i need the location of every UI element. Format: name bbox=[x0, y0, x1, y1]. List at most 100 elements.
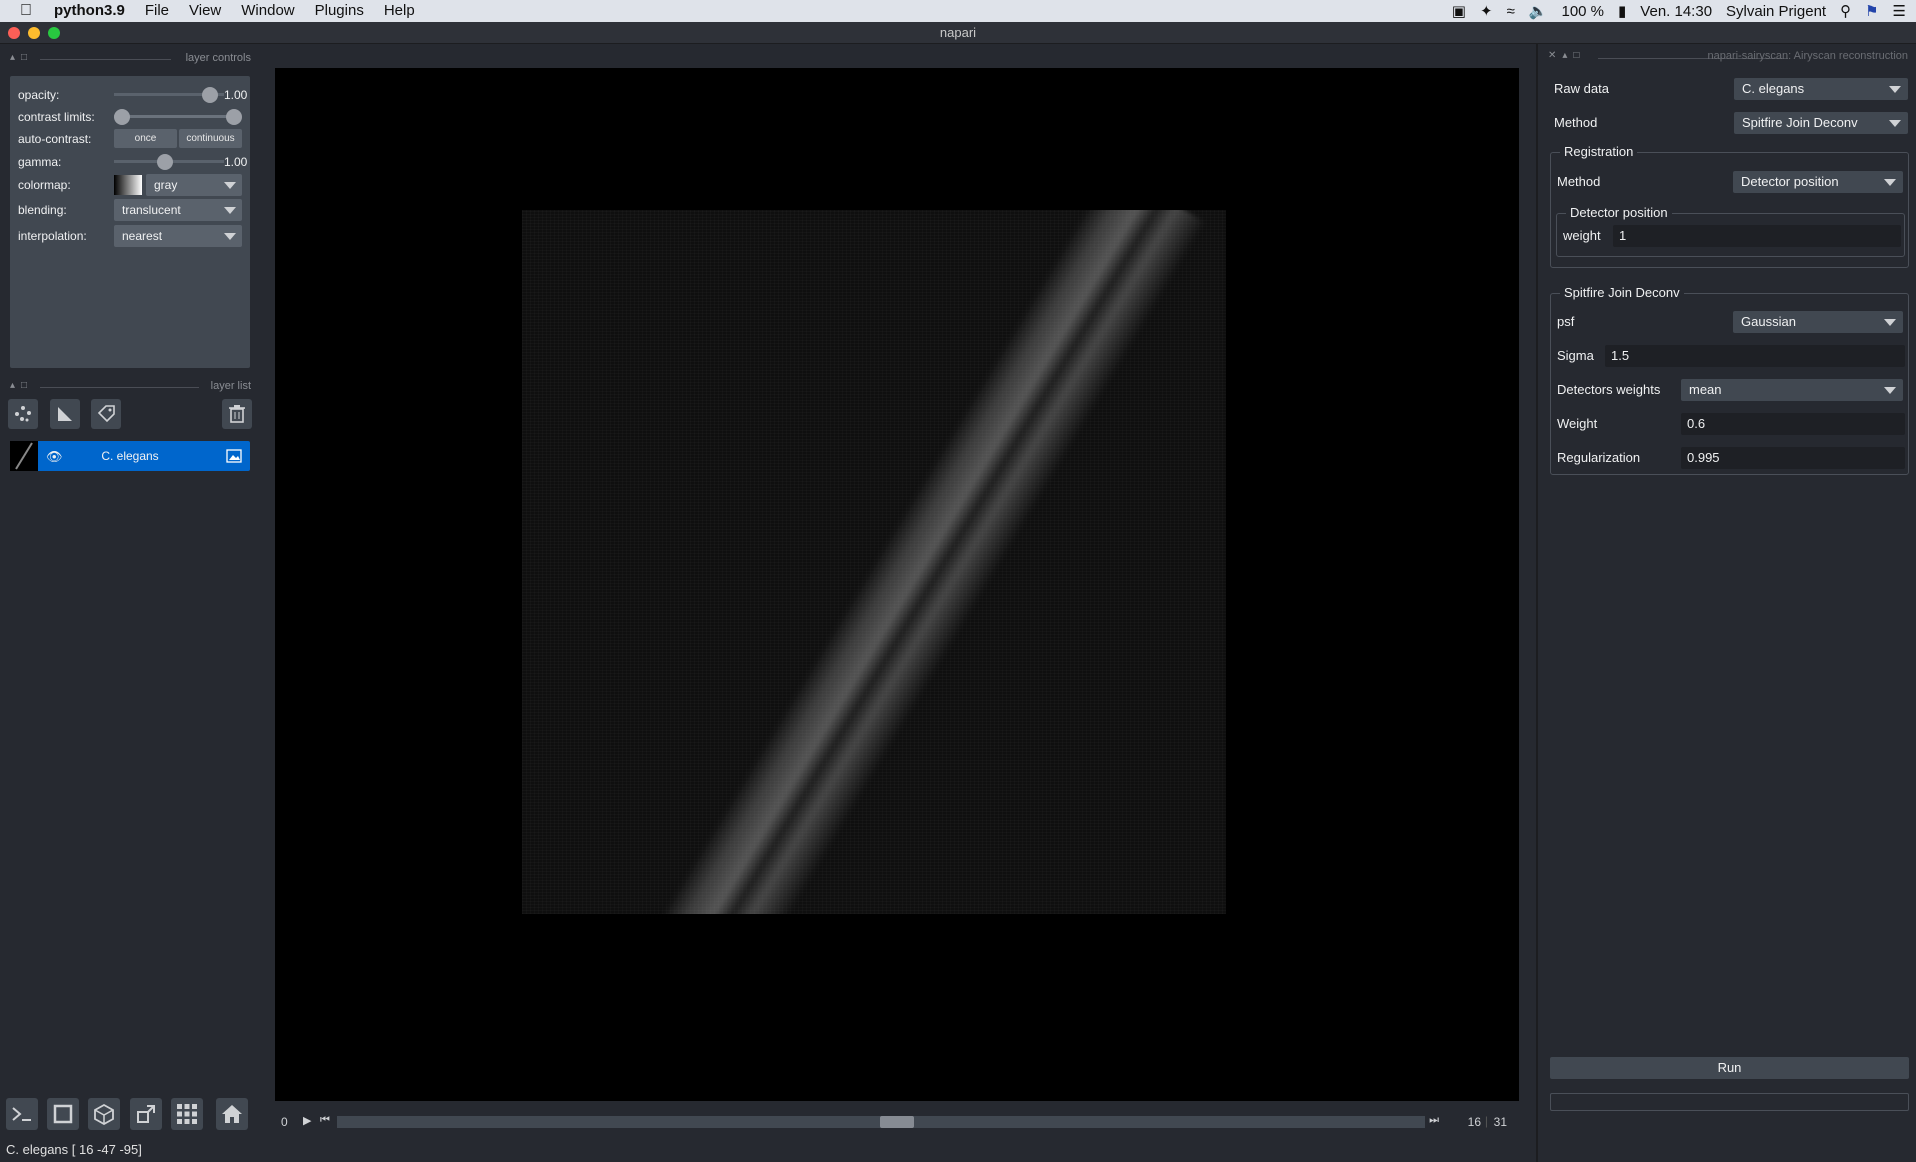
contrast-limits-slider[interactable] bbox=[114, 115, 236, 118]
dock-controls[interactable]: ✕▴□ bbox=[1548, 50, 1585, 61]
flag-icon[interactable]: ⚑ bbox=[1865, 2, 1878, 20]
detector-position-title: Detector position bbox=[1566, 205, 1672, 220]
terminal-icon bbox=[12, 1107, 31, 1121]
new-labels-layer-button[interactable] bbox=[91, 399, 121, 429]
colormap-value: gray bbox=[154, 178, 178, 192]
home-button[interactable] bbox=[216, 1098, 248, 1130]
colormap-preview bbox=[114, 175, 142, 195]
console-button[interactable] bbox=[6, 1098, 38, 1130]
menu-help[interactable]: Help bbox=[374, 0, 425, 22]
chevron-down-icon bbox=[1889, 120, 1901, 127]
clock[interactable]: Ven. 14:30 bbox=[1640, 3, 1712, 20]
chevron-down-icon bbox=[1889, 86, 1901, 93]
wifi-icon[interactable]: ≈ bbox=[1507, 3, 1515, 20]
delete-layer-button[interactable] bbox=[222, 399, 252, 429]
weight-input[interactable]: 0.6 bbox=[1681, 413, 1905, 435]
raw-data-select[interactable]: C. elegans bbox=[1734, 78, 1908, 100]
trash-icon bbox=[229, 405, 245, 423]
registration-method-value: Detector position bbox=[1741, 174, 1839, 189]
play-icon[interactable]: ▶ bbox=[303, 1114, 311, 1127]
blending-row: blending: translucent bbox=[18, 199, 242, 221]
transpose-button[interactable] bbox=[130, 1098, 162, 1130]
registration-method-select[interactable]: Detector position bbox=[1733, 171, 1903, 193]
layer-item[interactable]: 👁 C. elegans bbox=[10, 441, 250, 471]
macos-menubar:  python3.9 File View Window Plugins Hel… bbox=[0, 0, 1916, 22]
dims-slider-handle[interactable] bbox=[880, 1116, 914, 1128]
auto-contrast-once-button[interactable]: once bbox=[114, 129, 177, 148]
detectors-weights-select[interactable]: mean bbox=[1681, 379, 1903, 401]
opacity-row: opacity: 1.00 bbox=[18, 85, 247, 105]
minimize-window-icon[interactable] bbox=[28, 27, 40, 39]
cube-icon bbox=[94, 1103, 114, 1125]
detector-weight-label: weight bbox=[1563, 228, 1601, 243]
battery-text[interactable]: 100 % bbox=[1561, 3, 1604, 20]
points-icon bbox=[15, 406, 31, 422]
airplay-icon[interactable]: ▣ bbox=[1452, 2, 1466, 20]
detector-weight-input[interactable]: 1 bbox=[1613, 225, 1901, 247]
contrast-limits-label: contrast limits: bbox=[18, 110, 95, 124]
contrast-high-handle[interactable] bbox=[226, 109, 242, 125]
contrast-row: contrast limits: bbox=[18, 107, 242, 127]
chevron-down-icon bbox=[1884, 319, 1896, 326]
contrast-low-handle[interactable] bbox=[114, 109, 130, 125]
close-window-icon[interactable] bbox=[8, 27, 20, 39]
psf-select[interactable]: Gaussian bbox=[1733, 311, 1903, 333]
registration-method-label: Method bbox=[1557, 174, 1601, 189]
chevron-down-icon bbox=[224, 182, 236, 189]
colormap-row: colormap: gray bbox=[18, 174, 242, 196]
layer-list-title: layer list bbox=[210, 380, 251, 392]
volume-icon[interactable]: 🔈 bbox=[1529, 2, 1548, 20]
regularization-input[interactable]: 0.995 bbox=[1681, 447, 1905, 469]
step-forward-icon[interactable]: ⏭ bbox=[1429, 1114, 1439, 1127]
new-points-layer-button[interactable] bbox=[8, 399, 38, 429]
psf-label: psf bbox=[1557, 314, 1575, 329]
window-title: napari bbox=[939, 25, 977, 40]
right-dock-plugin: ✕▴□ napari-sairyscan: Airyscan reconstru… bbox=[1536, 44, 1916, 1162]
ndisplay-button[interactable] bbox=[47, 1098, 79, 1130]
method-value: Spitfire Join Deconv bbox=[1742, 115, 1858, 130]
menu-file[interactable]: File bbox=[135, 0, 179, 22]
grid-view-button[interactable] bbox=[171, 1098, 203, 1130]
menu-plugins[interactable]: Plugins bbox=[305, 0, 374, 22]
apple-icon[interactable]:  bbox=[0, 0, 44, 22]
roll-dims-button[interactable] bbox=[88, 1098, 120, 1130]
battery-icon: ▮ bbox=[1618, 3, 1627, 20]
dims-position[interactable]: 16 bbox=[1468, 1115, 1481, 1129]
window-titlebar: napari bbox=[0, 22, 1916, 44]
image-canvas[interactable] bbox=[275, 68, 1519, 1101]
menu-window[interactable]: Window bbox=[231, 0, 304, 22]
sigma-label: Sigma bbox=[1557, 348, 1594, 363]
interpolation-label: interpolation: bbox=[18, 229, 87, 243]
menu-view[interactable]: View bbox=[179, 0, 231, 22]
gamma-slider-handle[interactable] bbox=[157, 154, 173, 170]
colormap-label: colormap: bbox=[18, 178, 71, 192]
transpose-icon bbox=[137, 1105, 155, 1123]
notification-center-icon[interactable]: ☰ bbox=[1893, 2, 1906, 20]
dock-float-icon[interactable]: ▴□ bbox=[10, 52, 33, 63]
raw-data-value: C. elegans bbox=[1742, 81, 1805, 96]
spotlight-icon[interactable]: ⚲ bbox=[1840, 2, 1851, 20]
step-back-icon[interactable]: ⏮ bbox=[320, 1114, 330, 1127]
bluetooth-icon[interactable]: ✦ bbox=[1480, 2, 1493, 20]
sigma-input[interactable]: 1.5 bbox=[1605, 345, 1905, 367]
method-label: Method bbox=[1554, 115, 1598, 130]
new-shapes-layer-button[interactable] bbox=[50, 399, 80, 429]
dims-slider-bar: 0 ▶ ⏮ ⏭ 16 | 31 bbox=[281, 1114, 1507, 1129]
dock-float-icon[interactable]: ▴□ bbox=[10, 380, 33, 391]
shapes-icon bbox=[58, 407, 72, 421]
auto-contrast-continuous-button[interactable]: continuous bbox=[179, 129, 242, 148]
frame-counter: 0 bbox=[281, 1115, 288, 1129]
image-layer-icon bbox=[226, 448, 242, 469]
app-menu[interactable]: python3.9 bbox=[44, 0, 135, 22]
layer-name: C. elegans bbox=[101, 449, 159, 463]
run-button[interactable]: Run bbox=[1550, 1057, 1909, 1079]
blending-select[interactable]: translucent bbox=[114, 199, 242, 221]
colormap-select[interactable]: gray bbox=[146, 174, 242, 196]
layer-controls-panel: opacity: 1.00 contrast limits: auto-cont… bbox=[10, 76, 250, 368]
zoom-window-icon[interactable] bbox=[48, 27, 60, 39]
raw-data-label: Raw data bbox=[1554, 81, 1609, 96]
opacity-slider-handle[interactable] bbox=[202, 87, 218, 103]
interpolation-select[interactable]: nearest bbox=[114, 225, 242, 247]
method-select[interactable]: Spitfire Join Deconv bbox=[1734, 112, 1908, 134]
user-name[interactable]: Sylvain Prigent bbox=[1726, 3, 1826, 20]
